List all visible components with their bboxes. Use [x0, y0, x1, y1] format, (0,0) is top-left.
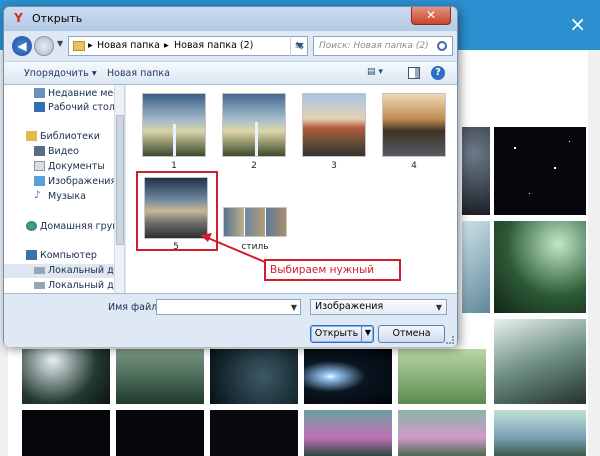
drive-icon	[34, 282, 45, 289]
nav-item-label: Библиотеки	[40, 131, 100, 142]
gallery-tile[interactable]	[304, 349, 392, 404]
navigation-bar: ◀ ▼ ▸ Новая папка ▸ Новая папка (2) ▼ ⇆ …	[4, 31, 457, 61]
gallery-tile[interactable]	[494, 410, 586, 456]
gallery-tile[interactable]	[462, 221, 490, 313]
nav-item-video[interactable]: Видео	[4, 145, 124, 159]
gallery-tile[interactable]	[210, 349, 298, 404]
dialog-titlebar[interactable]: Y Открыть ✕	[4, 7, 457, 31]
file-label[interactable]: стиль	[220, 242, 290, 252]
nav-item-label: Домашняя группа	[40, 221, 125, 232]
refresh-button[interactable]: ⇆	[290, 36, 308, 56]
organize-menu[interactable]: Упорядочить ▾	[24, 68, 97, 79]
nav-item-desktop[interactable]: Рабочий стол	[4, 101, 124, 115]
filename-input[interactable]: ▼	[156, 299, 301, 315]
help-icon[interactable]: ?	[431, 66, 445, 80]
gallery-tile[interactable]	[116, 349, 204, 404]
nav-item-label: Видео	[48, 146, 79, 157]
forward-button[interactable]	[34, 36, 54, 56]
pictures-icon	[34, 176, 45, 186]
nav-item-label: Рабочий стол	[48, 102, 115, 113]
file-label[interactable]: 2	[219, 161, 289, 171]
organize-label: Упорядочить	[24, 68, 89, 79]
file-thumbnail-3[interactable]	[302, 93, 366, 157]
nav-item-documents[interactable]: Документы	[4, 160, 124, 174]
nav-item-label: Компьютер	[40, 250, 97, 261]
dialog-title: Открыть	[32, 12, 83, 25]
gallery-tile[interactable]	[22, 410, 110, 456]
file-thumbnail-1[interactable]	[142, 93, 206, 157]
breadcrumb-separator[interactable]: ▸	[88, 40, 93, 51]
resize-grip[interactable]	[446, 336, 454, 344]
gallery-tile[interactable]	[210, 410, 298, 456]
nav-item-pictures[interactable]: Изображения	[4, 175, 124, 189]
gallery-tile[interactable]	[494, 319, 586, 404]
command-toolbar: Упорядочить ▾ Новая папка ▤ ▾ ?	[4, 61, 457, 85]
computer-icon	[26, 250, 37, 260]
dialog-footer: Имя файла: ▼ Изображения ▼ Открыть ▼ Отм…	[4, 293, 457, 347]
nav-item-label: Музыка	[48, 191, 86, 202]
documents-icon	[34, 161, 45, 171]
file-thumbnail-4[interactable]	[382, 93, 446, 157]
recent-places-icon	[34, 88, 45, 98]
video-icon	[34, 146, 45, 156]
yandex-browser-icon: Y	[14, 11, 23, 25]
file-label[interactable]: 5	[141, 242, 211, 252]
address-bar[interactable]: ▸ Новая папка ▸ Новая папка (2) ▼	[68, 36, 308, 56]
filetype-value: Изображения	[315, 301, 384, 312]
breadcrumb-item[interactable]: Новая папка	[97, 40, 160, 51]
file-label[interactable]: 4	[379, 161, 449, 171]
annotation-label: Выбираем нужный	[264, 259, 401, 281]
nav-item-music[interactable]: ♪ Музыка	[4, 190, 124, 204]
filename-dropdown-icon[interactable]: ▼	[291, 301, 297, 315]
nav-scrollbar-thumb[interactable]	[116, 115, 124, 245]
music-icon: ♪	[34, 190, 41, 201]
desktop-icon	[34, 102, 45, 112]
breadcrumb-item[interactable]: Новая папка (2)	[174, 40, 253, 51]
file-thumbnail-2[interactable]	[222, 93, 286, 157]
back-button[interactable]: ◀	[12, 36, 32, 56]
view-options-icon[interactable]: ▤ ▾	[367, 67, 389, 81]
homegroup-icon	[26, 221, 37, 231]
drive-icon	[34, 267, 45, 274]
gallery-tile[interactable]	[22, 349, 110, 404]
open-file-dialog: Y Открыть ✕ ◀ ▼ ▸ Новая папка ▸ Новая па…	[3, 6, 458, 347]
gallery-tile[interactable]	[462, 127, 490, 215]
gallery-tile[interactable]	[494, 221, 586, 313]
nav-item-homegroup[interactable]: Домашняя группа	[4, 220, 125, 234]
gallery-tile[interactable]	[304, 410, 392, 456]
gallery-tile[interactable]	[398, 349, 486, 404]
new-folder-button[interactable]: Новая папка	[107, 68, 170, 79]
nav-item-local-disk[interactable]: Локальный диск	[4, 264, 124, 278]
open-button-label: Открыть	[314, 328, 359, 339]
nav-item-libraries[interactable]: Библиотеки	[4, 130, 124, 144]
gallery-tile[interactable]	[398, 410, 486, 456]
search-input[interactable]: Поиск: Новая папка (2)	[313, 36, 453, 56]
libraries-icon	[26, 131, 37, 141]
file-label[interactable]: 3	[299, 161, 369, 171]
navigation-pane: Недавние места Рабочий стол Библиотеки В…	[4, 85, 125, 293]
nav-item-local-disk[interactable]: Локальный диск	[4, 279, 124, 293]
nav-item-recent-places[interactable]: Недавние места	[4, 87, 124, 101]
search-icon[interactable]	[437, 41, 447, 51]
selected-file-highlight	[136, 171, 218, 251]
file-label[interactable]: 1	[139, 161, 209, 171]
gallery-tile[interactable]	[494, 127, 586, 215]
nav-scrollbar[interactable]	[114, 85, 124, 293]
nav-item-computer[interactable]: Компьютер	[4, 249, 124, 263]
gallery-tile[interactable]	[116, 410, 204, 456]
cancel-button[interactable]: Отмена	[378, 325, 445, 343]
nav-item-label: Изображения	[48, 176, 117, 187]
breadcrumb-separator[interactable]: ▸	[164, 40, 169, 51]
dialog-close-button[interactable]: ✕	[411, 7, 451, 25]
nav-item-label: Документы	[48, 161, 105, 172]
preview-pane-icon[interactable]	[408, 67, 420, 79]
filetype-dropdown-icon[interactable]: ▼	[436, 301, 442, 315]
search-placeholder: Поиск: Новая папка (2)	[319, 41, 429, 51]
filetype-select[interactable]: Изображения ▼	[310, 299, 447, 315]
background-close-icon[interactable]: ×	[569, 14, 586, 34]
recent-locations-dropdown[interactable]: ▼	[57, 39, 63, 48]
open-options-dropdown[interactable]: ▼	[361, 325, 374, 343]
file-thumbnail-style[interactable]	[223, 207, 287, 237]
folder-icon	[73, 41, 85, 51]
